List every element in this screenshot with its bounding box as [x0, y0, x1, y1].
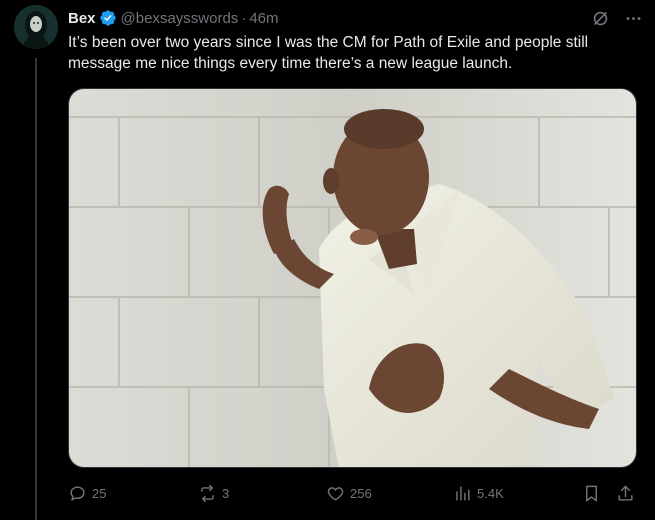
views-icon [456, 485, 470, 501]
photo-man-at-brick-wall [69, 89, 636, 467]
grok-icon[interactable] [591, 9, 610, 28]
timestamp[interactable]: 46m [249, 10, 278, 27]
reply-count: 25 [92, 485, 107, 501]
share-icon [618, 485, 633, 501]
separator-dot: · [241, 9, 247, 27]
retweet-button[interactable]: 3 [198, 481, 229, 505]
views-button[interactable]: 5.4K [453, 481, 504, 505]
bookmark-icon [586, 485, 597, 501]
avatar-image [14, 5, 58, 49]
reply-icon [70, 485, 85, 501]
avatar[interactable] [14, 5, 58, 49]
retweet-count: 3 [222, 485, 230, 501]
thread-line [35, 58, 37, 520]
tweet-media[interactable] [68, 88, 637, 468]
author-name[interactable]: Bex [68, 10, 96, 27]
retweet-icon [201, 484, 214, 502]
bookmark-button[interactable] [582, 481, 601, 505]
action-bar: 25 3 256 5.4K [68, 481, 640, 505]
tweet-header: Bex @bexsaysswords · 46m [68, 7, 643, 29]
heart-icon [327, 486, 344, 501]
header-actions [591, 9, 643, 28]
like-button[interactable]: 256 [326, 481, 372, 505]
share-button[interactable] [616, 481, 635, 505]
view-count: 5.4K [477, 485, 504, 501]
tweet-text: It’s been over two years since I was the… [68, 34, 589, 72]
verified-badge-icon [99, 10, 116, 26]
reply-button[interactable]: 25 [68, 481, 106, 505]
like-count: 256 [350, 485, 372, 501]
author-handle[interactable]: @bexsaysswords [121, 10, 239, 27]
more-icon[interactable] [624, 9, 643, 28]
